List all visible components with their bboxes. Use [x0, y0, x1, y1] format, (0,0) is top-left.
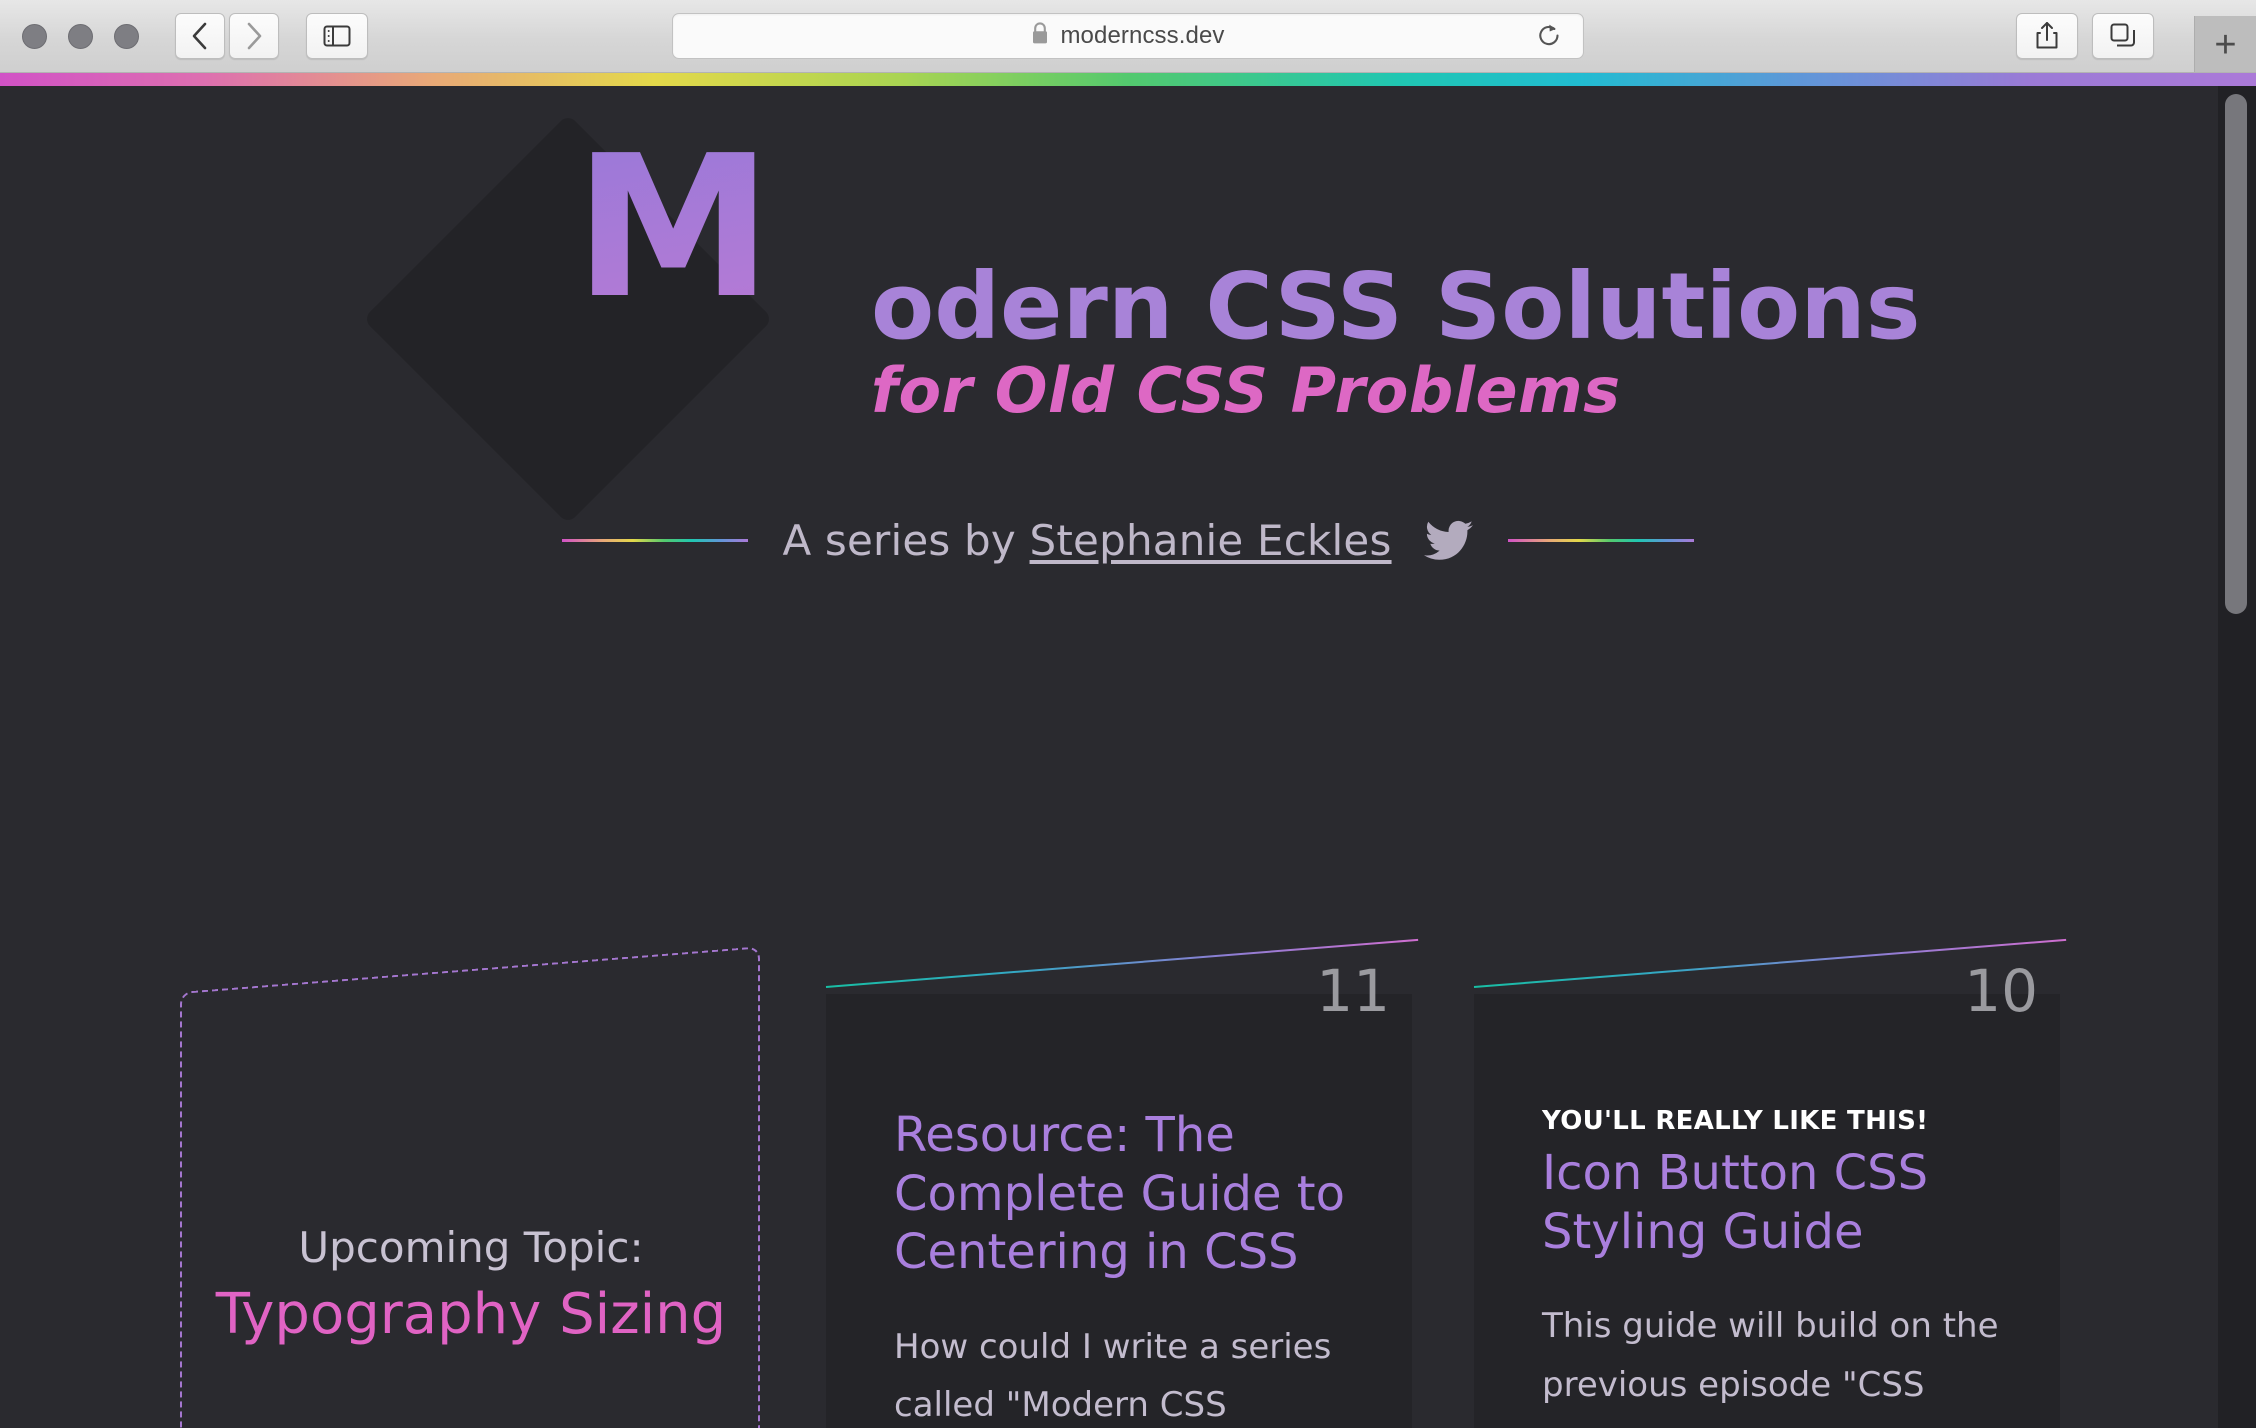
dashed-outline	[180, 946, 760, 1428]
chevron-left-icon	[190, 21, 210, 51]
reload-button[interactable]	[1535, 22, 1563, 50]
byline-prefix: A series by	[782, 516, 1030, 565]
site-logo-block: M odern CSS Solutions for Old CSS Proble…	[318, 113, 1938, 525]
toolbar-right-buttons	[2016, 13, 2154, 59]
address-bar-container: moderncss.dev	[672, 13, 1584, 59]
browser-toolbar: moderncss.dev +	[0, 0, 2256, 73]
navigation-buttons	[175, 13, 279, 59]
page-content: M odern CSS Solutions for Old CSS Proble…	[0, 86, 2256, 1428]
upcoming-topic-card: Upcoming Topic: Typography Sizing	[178, 946, 764, 1428]
address-bar[interactable]: moderncss.dev	[672, 13, 1584, 59]
upcoming-label: Upcoming Topic:	[298, 1223, 644, 1272]
close-window-button[interactable]	[22, 23, 47, 49]
page-scrollbar-thumb[interactable]	[2225, 94, 2247, 614]
tabs-icon	[2109, 22, 2137, 50]
site-hero: M odern CSS Solutions for Old CSS Proble…	[0, 86, 2256, 646]
browser-window: moderncss.dev + M odern CSS Solutions fo…	[0, 0, 2256, 1428]
site-title-stack: odern CSS Solutions for Old CSS Problems	[871, 260, 1920, 422]
tab-overview-button[interactable]	[2092, 13, 2154, 59]
byline: A series by Stephanie Eckles	[0, 516, 2256, 565]
byline-rule-right	[1507, 539, 1694, 542]
episode-title[interactable]: Icon Button CSS Styling Guide	[1542, 1144, 2020, 1261]
window-controls	[22, 23, 139, 49]
back-button[interactable]	[175, 13, 225, 59]
share-button[interactable]	[2016, 13, 2078, 59]
page-scrollbar[interactable]	[2218, 86, 2256, 1428]
show-sidebar-button[interactable]	[306, 13, 368, 59]
byline-rule-left	[562, 539, 749, 542]
byline-text: A series by Stephanie Eckles	[782, 516, 1391, 565]
author-link[interactable]: Stephanie Eckles	[1030, 516, 1392, 565]
card-content: Resource: The Complete Guide to Centerin…	[894, 1106, 1372, 1428]
minimize-window-button[interactable]	[68, 23, 93, 49]
new-tab-button[interactable]: +	[2194, 16, 2256, 72]
episode-card-list: Upcoming Topic: Typography Sizing 11 Res…	[0, 938, 2256, 1428]
lock-icon	[1031, 22, 1049, 50]
episode-excerpt: How could I write a series called "Moder…	[894, 1326, 1332, 1426]
upcoming-text-block: Upcoming Topic: Typography Sizing	[178, 1222, 764, 1348]
episode-title[interactable]: Resource: The Complete Guide to Centerin…	[894, 1106, 1372, 1282]
episode-eyebrow: YOU'LL REALLY LIKE THIS!	[1542, 1106, 1929, 1136]
card-content: YOU'LL REALLY LIKE THIS! Icon Button CSS…	[1542, 1106, 2020, 1428]
zoom-window-button[interactable]	[114, 23, 139, 49]
episode-card[interactable]: 10 YOU'LL REALLY LIKE THIS! Icon Button …	[1473, 938, 2067, 1428]
twitter-icon[interactable]	[1423, 520, 1474, 562]
chevron-right-icon	[244, 21, 264, 51]
episode-number: 11	[1316, 957, 1390, 1025]
page-subtitle: for Old CSS Problems	[871, 353, 1621, 427]
episode-excerpt: This guide will build on the previous ep…	[1542, 1306, 1999, 1428]
episode-card[interactable]: 11 Resource: The Complete Guide to Cente…	[825, 938, 1419, 1428]
episode-number: 10	[1964, 957, 2038, 1025]
page-title: odern CSS Solutions	[871, 253, 1921, 360]
upcoming-title: Typography Sizing	[215, 1281, 727, 1347]
share-icon	[2034, 21, 2060, 51]
sidebar-icon	[323, 24, 351, 48]
rainbow-accent-bar	[0, 73, 2256, 86]
forward-button[interactable]	[229, 13, 279, 59]
address-bar-url: moderncss.dev	[1060, 22, 1225, 49]
